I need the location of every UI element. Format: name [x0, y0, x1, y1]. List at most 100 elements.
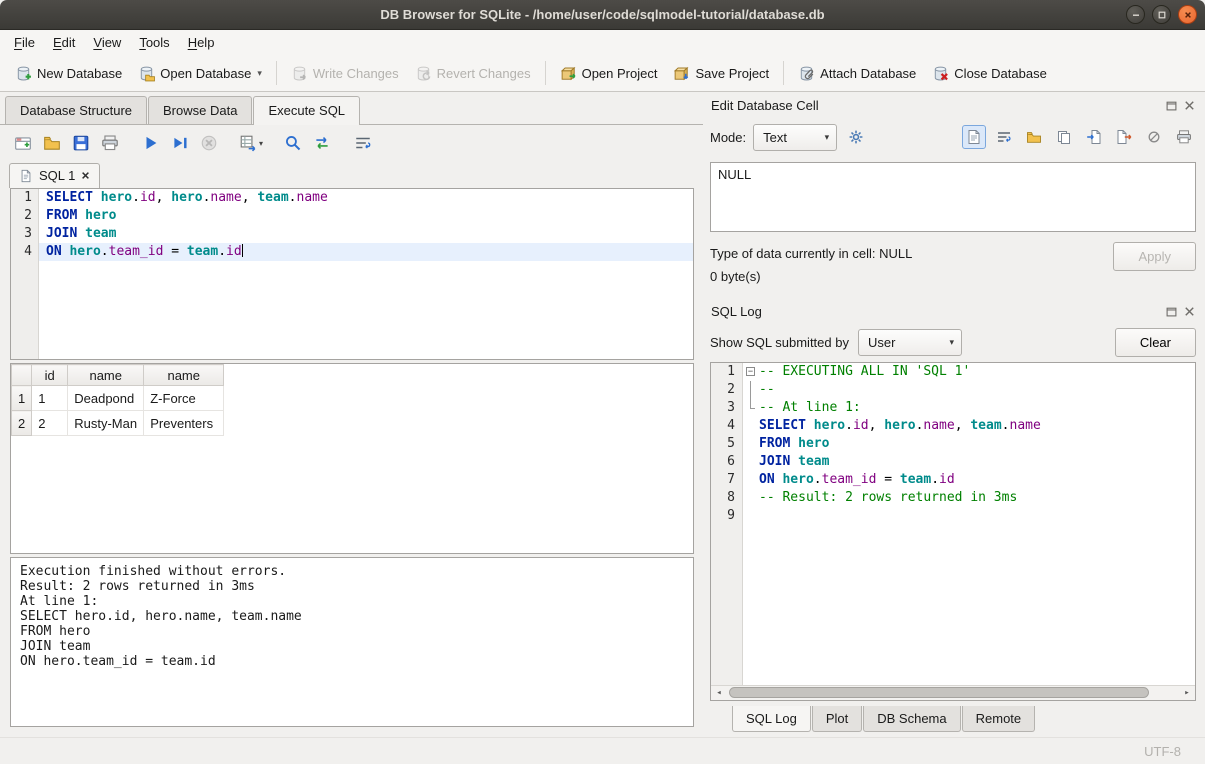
- tab-sql-1[interactable]: SQL 1: [9, 163, 100, 188]
- menu-help[interactable]: Help: [179, 31, 224, 54]
- fold-guide: [743, 471, 759, 489]
- mode-label: Mode:: [710, 130, 746, 145]
- line-number: 2: [11, 207, 39, 225]
- cell-editor-title: Edit Database Cell: [711, 98, 819, 113]
- save-project-button[interactable]: Save Project: [665, 60, 777, 87]
- revert-changes-button: Revert Changes: [407, 60, 539, 87]
- menu-edit[interactable]: Edit: [44, 31, 84, 54]
- open-database-button[interactable]: Open Database ▾: [130, 60, 270, 87]
- text-mode-button[interactable]: [962, 125, 986, 149]
- replace-button[interactable]: [309, 130, 335, 156]
- text-cursor: [242, 244, 243, 257]
- print-button[interactable]: [97, 130, 123, 156]
- menu-file[interactable]: File: [5, 31, 44, 54]
- scroll-left-icon[interactable]: ◂: [711, 686, 727, 700]
- word-wrap-icon: [996, 129, 1012, 145]
- row-header[interactable]: 2: [12, 411, 32, 436]
- chevron-down-icon[interactable]: ▾: [257, 68, 262, 79]
- open-project-button[interactable]: Open Project: [552, 60, 666, 87]
- word-wrap-button[interactable]: [350, 130, 376, 156]
- export-results-button[interactable]: ▾: [237, 130, 265, 156]
- tab-execute-sql[interactable]: Execute SQL: [253, 96, 360, 125]
- close-panel-icon[interactable]: [1184, 100, 1195, 111]
- mode-select[interactable]: Text ▾: [753, 124, 837, 151]
- scrollbar-thumb[interactable]: [729, 687, 1149, 698]
- result-cell[interactable]: 2: [32, 411, 68, 436]
- float-panel-icon[interactable]: [1166, 306, 1177, 317]
- menu-view[interactable]: View: [84, 31, 130, 54]
- editor-line: 3JOIN team: [11, 225, 693, 243]
- save-sql-file-button[interactable]: [68, 130, 94, 156]
- find-button[interactable]: [280, 130, 306, 156]
- menu-tools[interactable]: Tools: [130, 31, 178, 54]
- stop-button: [196, 130, 222, 156]
- titlebar[interactable]: DB Browser for SQLite - /home/user/code/…: [0, 0, 1205, 30]
- toolbar-separator: [276, 61, 277, 85]
- open-database-label: Open Database: [160, 66, 251, 81]
- dock-tab-sql-log[interactable]: SQL Log: [732, 706, 811, 732]
- float-panel-icon[interactable]: [1166, 100, 1177, 111]
- result-cell[interactable]: Z-Force: [144, 386, 224, 411]
- close-tab-icon[interactable]: [81, 171, 90, 180]
- print-button[interactable]: [1172, 125, 1196, 149]
- open-sql-file-button[interactable]: [39, 130, 65, 156]
- word-wrap-button[interactable]: [992, 125, 1016, 149]
- new-database-icon: [15, 65, 32, 82]
- new-database-button[interactable]: New Database: [7, 60, 130, 87]
- tab-database-structure[interactable]: Database Structure: [5, 96, 147, 124]
- copy-button[interactable]: [1052, 125, 1076, 149]
- close-database-button[interactable]: Close Database: [924, 60, 1055, 87]
- open-file-button[interactable]: [1022, 125, 1046, 149]
- result-cell[interactable]: 1: [32, 386, 68, 411]
- auto-mode-button[interactable]: [843, 124, 869, 150]
- log-line-number: 8: [711, 489, 743, 507]
- open-database-icon: [138, 65, 155, 82]
- tab-browse-data[interactable]: Browse Data: [148, 96, 252, 124]
- gear-icon: [847, 128, 865, 146]
- scroll-right-icon[interactable]: ▸: [1179, 686, 1195, 700]
- execute-all-button[interactable]: [138, 130, 164, 156]
- close-database-label: Close Database: [954, 66, 1047, 81]
- result-cell[interactable]: Deadpond: [68, 386, 144, 411]
- dock-tab-db-schema[interactable]: DB Schema: [863, 706, 960, 732]
- column-header-name-2[interactable]: name: [144, 365, 224, 386]
- result-cell[interactable]: Preventers: [144, 411, 224, 436]
- clear-button[interactable]: Clear: [1115, 328, 1196, 357]
- close-panel-icon[interactable]: [1184, 306, 1195, 317]
- minimize-button[interactable]: [1126, 5, 1145, 24]
- result-cell[interactable]: Rusty-Man: [68, 411, 144, 436]
- row-header[interactable]: 1: [12, 386, 32, 411]
- scrollbar-track[interactable]: [727, 686, 1179, 700]
- dock-tab-remote[interactable]: Remote: [962, 706, 1036, 732]
- submitter-value: User: [868, 335, 895, 350]
- new-tab-button[interactable]: [10, 130, 36, 156]
- save-sql-file-icon: [72, 134, 90, 152]
- editor-line: 1SELECT hero.id, hero.name, team.name: [11, 189, 693, 207]
- right-pane: Edit Database Cell Mode: Text ▾ NULL: [708, 92, 1205, 737]
- window-title: DB Browser for SQLite - /home/user/code/…: [0, 7, 1205, 22]
- results-grid[interactable]: idnamename11DeadpondZ-Force22Rusty-ManPr…: [10, 363, 694, 554]
- cell-value-editor[interactable]: NULL: [710, 162, 1196, 232]
- attach-database-button[interactable]: Attach Database: [790, 60, 924, 87]
- filter-label: Show SQL submitted by: [710, 335, 849, 350]
- column-header-id-0[interactable]: id: [32, 365, 68, 386]
- sql-editor[interactable]: 1SELECT hero.id, hero.name, team.name2FR…: [10, 188, 694, 360]
- export-button[interactable]: [1112, 125, 1136, 149]
- dock-tab-bar: SQL LogPlotDB SchemaRemote: [710, 706, 1196, 737]
- execute-current-line-button[interactable]: [167, 130, 193, 156]
- import-button[interactable]: [1082, 125, 1106, 149]
- results-corner-header[interactable]: [12, 365, 32, 386]
- column-header-name-1[interactable]: name: [68, 365, 144, 386]
- log-line-number: 2: [711, 381, 743, 399]
- maximize-button[interactable]: [1152, 5, 1171, 24]
- horizontal-scrollbar[interactable]: ◂ ▸: [711, 685, 1195, 700]
- fold-marker[interactable]: −: [743, 363, 759, 381]
- execution-status[interactable]: Execution finished without errors. Resul…: [10, 557, 694, 727]
- submitter-select[interactable]: User ▾: [858, 329, 962, 356]
- editor-code-line: FROM hero: [39, 207, 693, 225]
- dock-tab-plot[interactable]: Plot: [812, 706, 862, 732]
- set-null-button[interactable]: [1142, 125, 1166, 149]
- sql-log-view[interactable]: 1−-- EXECUTING ALL IN 'SQL 1'2--3-- At l…: [710, 362, 1196, 701]
- close-button[interactable]: [1178, 5, 1197, 24]
- collapse-icon[interactable]: −: [746, 367, 755, 376]
